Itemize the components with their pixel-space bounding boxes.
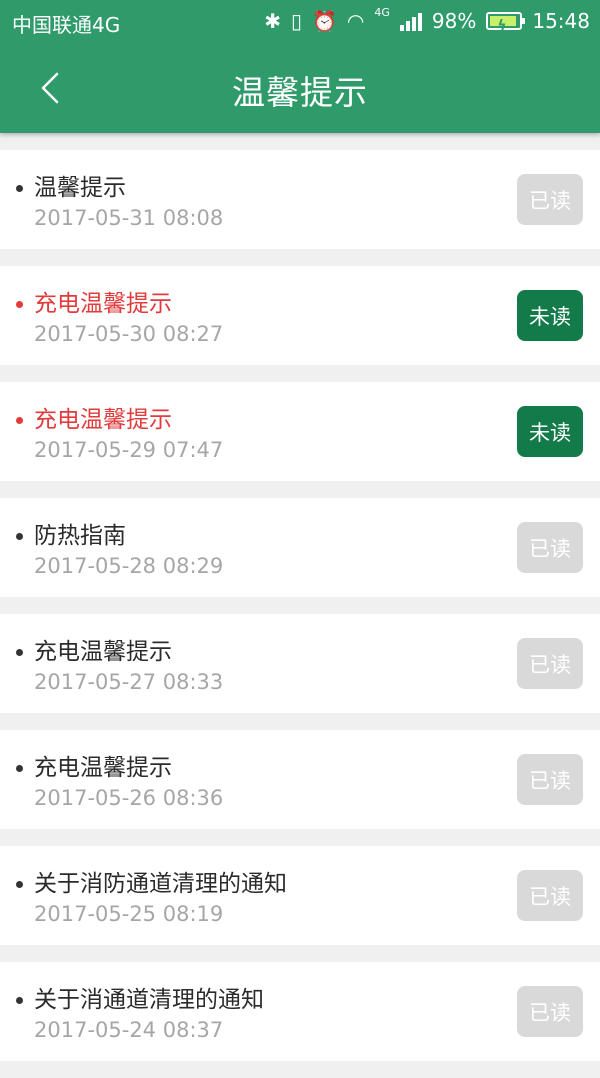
- read-status-badge: 已读: [517, 638, 583, 689]
- carrier-label: 中国联通4G: [12, 13, 121, 37]
- notice-item[interactable]: 防热指南 2017-05-28 08:29 已读: [0, 498, 600, 597]
- signal-icon: [399, 11, 422, 31]
- read-status-badge: 已读: [517, 754, 583, 805]
- alarm-icon: ⏰: [312, 9, 337, 33]
- notice-item[interactable]: 关于消防通道清理的通知 2017-05-25 08:19 已读: [0, 846, 600, 945]
- notice-item[interactable]: 充电温馨提示 2017-05-30 08:27 未读: [0, 266, 600, 365]
- battery-icon: ϟ: [486, 12, 526, 34]
- notice-item[interactable]: 充电温馨提示 2017-05-27 08:33 已读: [0, 614, 600, 713]
- read-status-badge: 已读: [517, 870, 583, 921]
- notice-title: 充电温馨提示: [34, 407, 172, 433]
- network-type-label: 4G: [374, 6, 390, 19]
- notice-date: 2017-05-31 08:08: [34, 206, 224, 230]
- notice-date: 2017-05-25 08:19: [34, 902, 224, 926]
- bullet-dot: [16, 765, 23, 772]
- notice-date: 2017-05-26 08:36: [34, 786, 224, 810]
- notice-item[interactable]: 温馨提示 2017-05-31 08:08 已读: [0, 150, 600, 249]
- bullet-dot: [16, 997, 23, 1004]
- notice-date: 2017-05-24 08:37: [34, 1018, 224, 1042]
- status-icons: ✱ ▯ ⏰ ◠ 4G 98% ϟ 15:48: [264, 7, 590, 35]
- notice-title: 充电温馨提示: [34, 755, 172, 781]
- wifi-icon: ◠: [346, 9, 365, 33]
- bullet-dot: [16, 301, 23, 308]
- read-status-badge: 已读: [517, 986, 583, 1037]
- bullet-dot: [16, 533, 23, 540]
- bluetooth-icon: ✱: [264, 9, 281, 33]
- notice-date: 2017-05-27 08:33: [34, 670, 224, 694]
- clock: 15:48: [532, 9, 590, 33]
- page-title: 温馨提示: [232, 73, 368, 112]
- notice-date: 2017-05-28 08:29: [34, 554, 224, 578]
- notice-item[interactable]: 关于消通道清理的通知 2017-05-24 08:37 已读: [0, 962, 600, 1061]
- read-status-badge: 已读: [517, 522, 583, 573]
- notice-item[interactable]: 充电温馨提示 2017-05-29 07:47 未读: [0, 382, 600, 481]
- notice-title: 关于消防通道清理的通知: [34, 871, 287, 897]
- bullet-dot: [16, 881, 23, 888]
- notice-item[interactable]: 充电温馨提示 2017-05-26 08:36 已读: [0, 730, 600, 829]
- notice-title: 温馨提示: [34, 175, 126, 201]
- vibrate-icon: ▯: [291, 9, 303, 33]
- notice-title: 充电温馨提示: [34, 639, 172, 665]
- bullet-dot: [16, 649, 23, 656]
- status-bar: 中国联通4G ✱ ▯ ⏰ ◠ 4G 98% ϟ 15:48: [0, 0, 600, 44]
- notice-title: 防热指南: [34, 523, 126, 549]
- notice-title: 充电温馨提示: [34, 291, 172, 317]
- notice-date: 2017-05-30 08:27: [34, 322, 224, 346]
- battery-percent: 98%: [431, 9, 477, 33]
- unread-status-badge: 未读: [517, 406, 583, 457]
- app-bar: 中国联通4G ✱ ▯ ⏰ ◠ 4G 98% ϟ 15:48 温馨提示: [0, 0, 600, 133]
- notice-date: 2017-05-29 07:47: [34, 438, 224, 462]
- notice-title: 关于消通道清理的通知: [34, 987, 264, 1013]
- read-status-badge: 已读: [517, 174, 583, 225]
- unread-status-badge: 未读: [517, 290, 583, 341]
- bullet-dot: [16, 417, 23, 424]
- notice-list: 温馨提示 2017-05-31 08:08 已读 充电温馨提示 2017-05-…: [0, 150, 600, 1078]
- bullet-dot: [16, 185, 23, 192]
